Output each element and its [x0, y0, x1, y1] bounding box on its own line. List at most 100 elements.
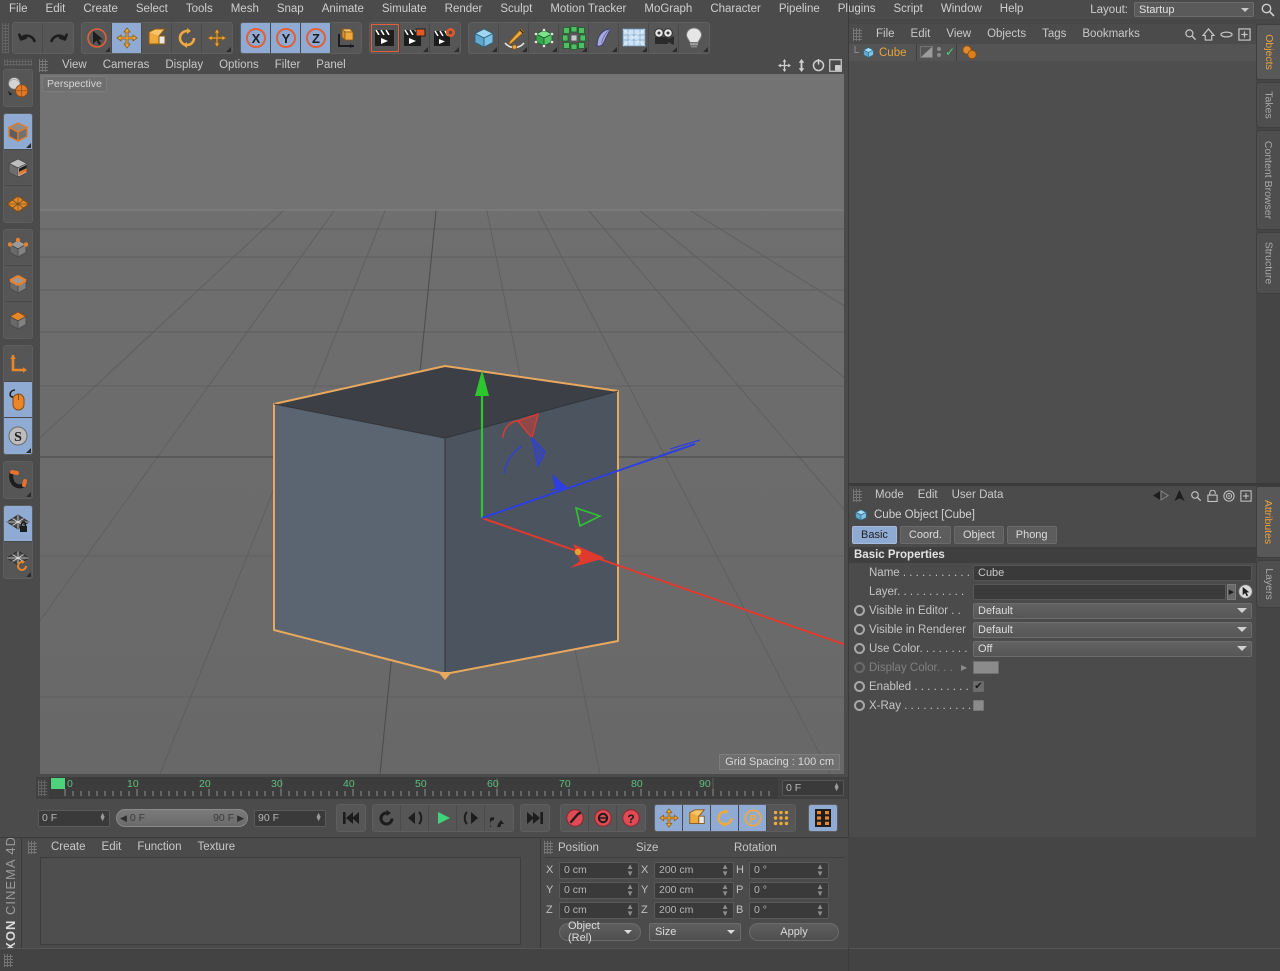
- render-settings-button[interactable]: [430, 23, 460, 53]
- range-right-arrow-icon[interactable]: ▶: [237, 813, 244, 824]
- object-menu-bookmarks[interactable]: Bookmarks: [1074, 24, 1148, 44]
- up-arrow-icon[interactable]: [1174, 489, 1185, 502]
- rotation-p-field[interactable]: 0 ° ▲ ▼: [749, 881, 829, 899]
- points-mode-button[interactable]: [4, 230, 32, 266]
- visible-in-editor-select[interactable]: Default: [973, 602, 1252, 619]
- autokeying-button[interactable]: [589, 805, 617, 831]
- spinner-icon[interactable]: ▲ ▼: [833, 782, 840, 793]
- visible-editor-dot-icon[interactable]: [937, 47, 941, 51]
- position-y-field[interactable]: 0 cm ▲ ▼: [559, 881, 639, 899]
- scale-tool-button[interactable]: [142, 23, 172, 53]
- viewport-menu-options[interactable]: Options: [211, 57, 267, 74]
- material-menu-edit[interactable]: Edit: [94, 838, 130, 857]
- object-menu-file[interactable]: File: [868, 24, 903, 44]
- tab-coord[interactable]: Coord.: [899, 525, 951, 544]
- xray-checkbox[interactable]: [973, 700, 984, 711]
- viewport-menu-filter[interactable]: Filter: [267, 57, 309, 74]
- lock-y-button[interactable]: Y: [271, 23, 301, 53]
- go-to-end-button[interactable]: [521, 805, 549, 831]
- menu-item-create[interactable]: Create: [74, 0, 127, 19]
- scale-key-button[interactable]: [683, 805, 711, 831]
- tab-phong[interactable]: Phong: [1006, 525, 1057, 544]
- world-object-coord-button[interactable]: [331, 23, 361, 53]
- timeline-toggle-button[interactable]: [809, 805, 837, 831]
- menu-item-plugins[interactable]: Plugins: [829, 0, 885, 19]
- attribute-menu-user-data[interactable]: User Data: [945, 486, 1011, 505]
- rotation-b-field[interactable]: 0 ° ▲ ▼: [749, 901, 829, 919]
- viewport-gripper[interactable]: [39, 59, 48, 72]
- object-menu-view[interactable]: View: [938, 24, 979, 44]
- dolly-icon[interactable]: [795, 59, 808, 72]
- object-layer-icon[interactable]: [920, 46, 933, 58]
- live-selection-button[interactable]: [82, 23, 112, 53]
- viewport-menu-view[interactable]: View: [54, 57, 95, 74]
- record-keyframe-button[interactable]: [561, 805, 589, 831]
- 3d-viewport[interactable]: Perspective Grid Spacing : 100 cm: [40, 74, 844, 774]
- menu-item-render[interactable]: Render: [436, 0, 492, 19]
- object-gripper[interactable]: [853, 27, 862, 41]
- visible-in-renderer-select[interactable]: Default: [973, 621, 1252, 638]
- layer-dropdown-arrow-icon[interactable]: ▶: [1227, 583, 1236, 600]
- point-level-animation-button[interactable]: [767, 805, 795, 831]
- spinner-icon[interactable]: ▲ ▼: [816, 863, 824, 878]
- primitive-cube-button[interactable]: [469, 23, 499, 53]
- menu-item-mograph[interactable]: MoGraph: [635, 0, 701, 19]
- keyframe-selection-button[interactable]: ?: [617, 805, 645, 831]
- edges-mode-button[interactable]: [4, 266, 32, 302]
- rotation-key-button[interactable]: [711, 805, 739, 831]
- polygons-mode-button[interactable]: [4, 302, 32, 338]
- viewport-menu-cameras[interactable]: Cameras: [95, 57, 158, 74]
- generator-button[interactable]: [529, 23, 559, 53]
- object-tree[interactable]: └ Cube ✓: [848, 44, 1256, 483]
- size-z-field[interactable]: 200 cm ▲ ▼: [654, 901, 734, 919]
- menu-item-simulate[interactable]: Simulate: [373, 0, 436, 19]
- size-mode-dropdown[interactable]: Size: [649, 923, 741, 941]
- tab-takes[interactable]: Takes: [1256, 82, 1280, 128]
- model-mode-button[interactable]: [4, 114, 32, 150]
- menu-item-window[interactable]: Window: [932, 0, 991, 19]
- use-color-select[interactable]: Off: [973, 640, 1252, 657]
- check-icon[interactable]: ✓: [945, 46, 955, 58]
- menu-item-script[interactable]: Script: [884, 0, 931, 19]
- animation-radio-icon[interactable]: [854, 700, 865, 711]
- object-menu-edit[interactable]: Edit: [903, 24, 939, 44]
- visibility-dots[interactable]: [937, 47, 941, 57]
- step-back-button[interactable]: [401, 805, 429, 831]
- object-tags[interactable]: [961, 45, 981, 63]
- spinner-icon[interactable]: ▲ ▼: [626, 903, 634, 918]
- size-y-field[interactable]: 200 cm ▲ ▼: [654, 881, 734, 899]
- move-tool-button[interactable]: [112, 23, 142, 53]
- lock-icon[interactable]: [1207, 489, 1218, 502]
- timeline-gripper[interactable]: [38, 780, 47, 796]
- expand-arrow-icon[interactable]: ▶: [961, 663, 967, 672]
- menu-item-animate[interactable]: Animate: [313, 0, 373, 19]
- display-color-swatch[interactable]: [973, 661, 1000, 674]
- position-z-field[interactable]: 0 cm ▲ ▼: [559, 901, 639, 919]
- material-menu-texture[interactable]: Texture: [189, 838, 243, 857]
- home-icon[interactable]: [1202, 27, 1215, 41]
- menu-item-character[interactable]: Character: [701, 0, 770, 19]
- enabled-checkbox[interactable]: ✔: [973, 681, 984, 692]
- menu-item-file[interactable]: File: [0, 0, 37, 19]
- menu-item-tools[interactable]: Tools: [177, 0, 222, 19]
- range-left-arrow-icon[interactable]: ◀: [120, 813, 127, 824]
- animation-radio-icon[interactable]: [854, 624, 865, 635]
- tab-attributes[interactable]: Attributes: [1256, 486, 1280, 558]
- coordinates-gripper[interactable]: [544, 841, 553, 854]
- spinner-icon[interactable]: ▲ ▼: [626, 863, 634, 878]
- menu-item-mesh[interactable]: Mesh: [222, 0, 268, 19]
- spinner-icon[interactable]: ▲ ▼: [721, 883, 729, 898]
- workplane-mode-button[interactable]: [4, 186, 32, 222]
- spinner-icon[interactable]: ▲ ▼: [721, 863, 729, 878]
- make-editable-button[interactable]: [4, 70, 32, 106]
- position-key-button[interactable]: [655, 805, 683, 831]
- spinner-icon[interactable]: ▲ ▼: [816, 903, 824, 918]
- object-menu-objects[interactable]: Objects: [979, 24, 1034, 44]
- lock-workplane-button[interactable]: [4, 506, 32, 542]
- menu-item-select[interactable]: Select: [127, 0, 177, 19]
- material-menu-function[interactable]: Function: [129, 838, 189, 857]
- search-icon[interactable]: [1184, 28, 1197, 41]
- spinner-icon[interactable]: ▲ ▼: [816, 883, 824, 898]
- object-row-cube[interactable]: └ Cube ✓: [848, 44, 1256, 61]
- menu-item-motion-tracker[interactable]: Motion Tracker: [541, 0, 635, 19]
